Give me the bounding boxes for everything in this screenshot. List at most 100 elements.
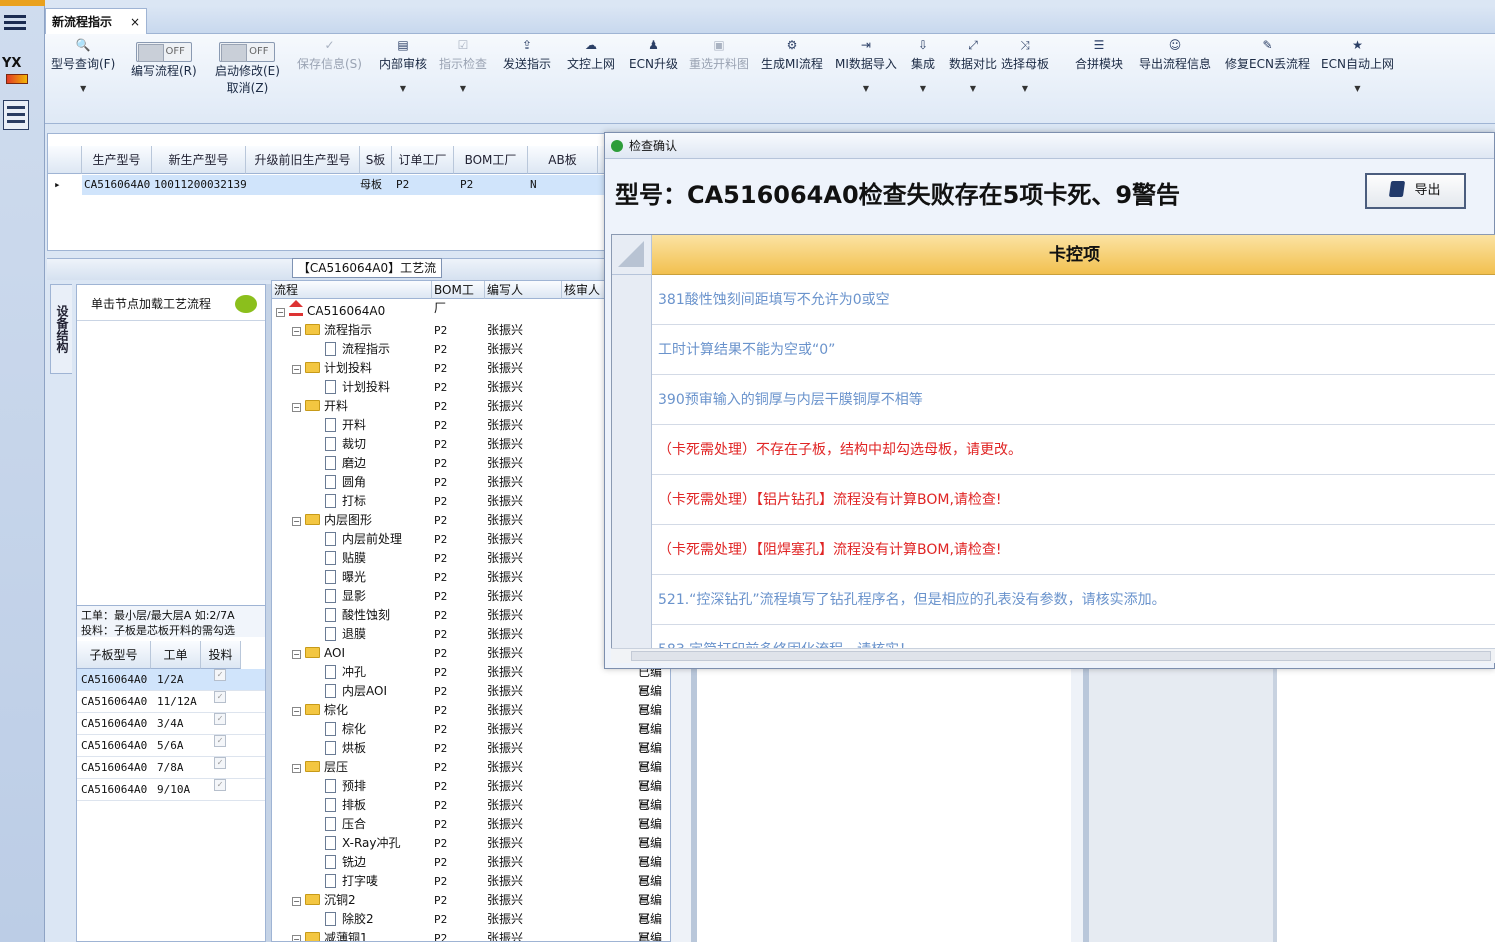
tree-row[interactable]: 铣边 P2 张振兴 已编写 [272, 853, 670, 888]
ribbon-button-12[interactable]: ⇩ 集成 ▼ [911, 38, 935, 93]
tree-node[interactable]: 贴膜 [310, 549, 366, 568]
export-button[interactable]: 导出 [1365, 173, 1466, 209]
tree-node[interactable]: 除胶2 [310, 910, 374, 929]
tree-node[interactable]: X-Ray冲孔 [310, 834, 400, 853]
row-header[interactable] [612, 475, 652, 525]
feed-checkbox[interactable]: ✓ [214, 735, 226, 747]
expand-icon[interactable]: − [276, 308, 285, 317]
ribbon-button-1[interactable]: OFF 编写流程(R) [131, 42, 197, 79]
check-row[interactable]: （卡死需处理）【铝片钻孔】流程没有计算BOM,请检查! [612, 475, 1495, 525]
tree-row[interactable]: 烘板 P2 张振兴 已编写 [272, 739, 670, 774]
tree-node[interactable]: − AOI [292, 644, 345, 663]
close-icon[interactable]: × [130, 15, 140, 29]
ribbon-button-10[interactable]: ⚙ 生成MI流程 [761, 38, 823, 72]
tree-node[interactable]: 退膜 [310, 625, 366, 644]
toggle-switch[interactable]: OFF [135, 42, 192, 62]
row-header[interactable] [612, 575, 652, 625]
ribbon-button-15[interactable]: ☰ 合拼模块 [1075, 38, 1123, 72]
tree-node[interactable]: 排板 [310, 796, 366, 815]
side-tab-structure[interactable]: 设备结构 [50, 284, 72, 374]
subgrid-header-2[interactable]: 投料 [201, 641, 241, 669]
tree-node[interactable]: 开料 [310, 416, 366, 435]
ribbon-button-6[interactable]: ⇪ 发送指示 [503, 38, 551, 72]
tree-row[interactable]: X-Ray冲孔 P2 张振兴 已编写 [272, 834, 670, 869]
feed-checkbox[interactable]: ✓ [214, 691, 226, 703]
chevron-down-icon[interactable]: ▼ [439, 84, 487, 93]
subgrid-header-0[interactable]: 子板型号 [77, 641, 151, 669]
tree-node[interactable]: − 内层图形 [292, 511, 372, 530]
tree-row[interactable]: 棕化 P2 张振兴 已编写 [272, 720, 670, 755]
ribbon-button-14[interactable]: ⤨ 选择母板 ▼ [1001, 38, 1049, 93]
tree-row[interactable]: 排板 P2 张振兴 已编写 [272, 796, 670, 831]
yx-app-icon[interactable]: YX [2, 56, 32, 86]
tree-row[interactable]: 打字唛 P2 张振兴 已编写 [272, 872, 670, 907]
grid-cell[interactable]: P2 [460, 175, 473, 195]
feed-checkbox[interactable]: ✓ [214, 779, 226, 791]
scrollbar-thumb[interactable] [631, 651, 1491, 661]
chevron-down-icon[interactable]: ▼ [1001, 84, 1049, 93]
tree-row[interactable]: − 层压 P2 张振兴 已编写 [272, 758, 670, 793]
tree-node[interactable]: 内层AOI [310, 682, 387, 701]
chevron-down-icon[interactable]: ▼ [51, 84, 115, 93]
grid-header-0[interactable]: 生产型号 [82, 146, 152, 174]
toggle-switch[interactable]: OFF [219, 42, 276, 62]
grid-header-1[interactable]: 新生产型号 [152, 146, 246, 174]
tree-row[interactable]: 压合 P2 张振兴 已编写 [272, 815, 670, 850]
tree-node[interactable]: 显影 [310, 587, 366, 606]
grid-cell[interactable]: 10011200032139 [154, 175, 247, 195]
ribbon-sublabel[interactable]: 取消(Z) [215, 79, 280, 96]
row-header[interactable] [612, 425, 652, 475]
expand-icon[interactable]: − [292, 327, 301, 336]
check-row[interactable]: 521.“控深钻孔”流程填写了钻孔程序名，但是相应的孔表没有参数，请核实添加。 [612, 575, 1495, 625]
expand-icon[interactable]: − [292, 935, 301, 941]
subgrid-row[interactable]: CA516064A0 5/6A ✓ [77, 735, 265, 757]
expand-icon[interactable]: − [292, 707, 301, 716]
grid-cell[interactable]: 母板 [360, 175, 382, 195]
tree-node[interactable]: 内层前处理 [310, 530, 402, 549]
ribbon-button-7[interactable]: ☁ 文控上网 [567, 38, 615, 72]
ribbon-button-3[interactable]: ✓ 保存信息(S) [297, 38, 362, 72]
tree-node[interactable]: − 沉铜2 [292, 891, 356, 910]
tree-node[interactable]: 磨边 [310, 454, 366, 473]
grid-header-4[interactable]: 订单工厂 [392, 146, 454, 174]
tree-node[interactable]: 计划投料 [310, 378, 390, 397]
chevron-down-icon[interactable]: ▼ [949, 84, 997, 93]
tree-node[interactable]: 预排 [310, 777, 366, 796]
ribbon-button-11[interactable]: ⇥ MI数据导入 ▼ [835, 38, 897, 93]
tree-node[interactable]: 曝光 [310, 568, 366, 587]
tree-node[interactable]: 裁切 [310, 435, 366, 454]
tree-node[interactable]: 压合 [310, 815, 366, 834]
row-header[interactable] [612, 525, 652, 575]
row-header[interactable] [612, 375, 652, 425]
ribbon-button-4[interactable]: ▤ 内部审核 ▼ [379, 38, 427, 93]
feed-checkbox[interactable]: ✓ [214, 757, 226, 769]
expand-icon[interactable]: − [292, 897, 301, 906]
calculator-icon[interactable] [3, 100, 29, 130]
check-row[interactable]: 390预审输入的铜厚与内层干膜铜厚不相等 [612, 375, 1495, 425]
ribbon-button-16[interactable]: ☺ 导出流程信息 [1139, 38, 1211, 72]
tree-node[interactable]: 铣边 [310, 853, 366, 872]
grid-header-3[interactable]: S板 [360, 146, 392, 174]
chevron-down-icon[interactable]: ▼ [1321, 84, 1394, 93]
tab-new-flow[interactable]: 新流程指示 × [45, 8, 147, 34]
speech-bubble-icon[interactable] [235, 295, 257, 313]
tree-row[interactable]: − 沉铜2 P2 张振兴 已编写 [272, 891, 670, 926]
subgrid-row[interactable]: CA516064A0 1/2A ✓ [77, 669, 265, 691]
tree-row[interactable]: 除胶2 P2 张振兴 已编写 [272, 910, 670, 941]
row-header[interactable] [612, 275, 652, 325]
grid-cell[interactable]: P2 [396, 175, 409, 195]
check-row[interactable]: （卡死需处理）不存在子板，结构中却勾选母板，请更改。 [612, 425, 1495, 475]
tree-header-1[interactable]: BOM工厂 [432, 281, 485, 315]
subgrid-row[interactable]: CA516064A0 3/4A ✓ [77, 713, 265, 735]
tree-row[interactable]: 预排 P2 张振兴 已编写 [272, 777, 670, 812]
check-row[interactable]: （卡死需处理）【阻焊塞孔】流程没有计算BOM,请检查! [612, 525, 1495, 575]
tree-node[interactable]: − 开料 [292, 397, 348, 416]
tree-node[interactable]: − 流程指示 [292, 321, 372, 340]
tree-node[interactable]: 冲孔 [310, 663, 366, 682]
tree-node[interactable]: − 棕化 [292, 701, 348, 720]
subgrid-header-1[interactable]: 工单 [151, 641, 201, 669]
chevron-down-icon[interactable]: ▼ [835, 84, 897, 93]
tree-header-2[interactable]: 编写人 [485, 281, 562, 299]
expand-icon[interactable]: − [292, 517, 301, 526]
horizontal-scrollbar[interactable] [611, 648, 1495, 663]
